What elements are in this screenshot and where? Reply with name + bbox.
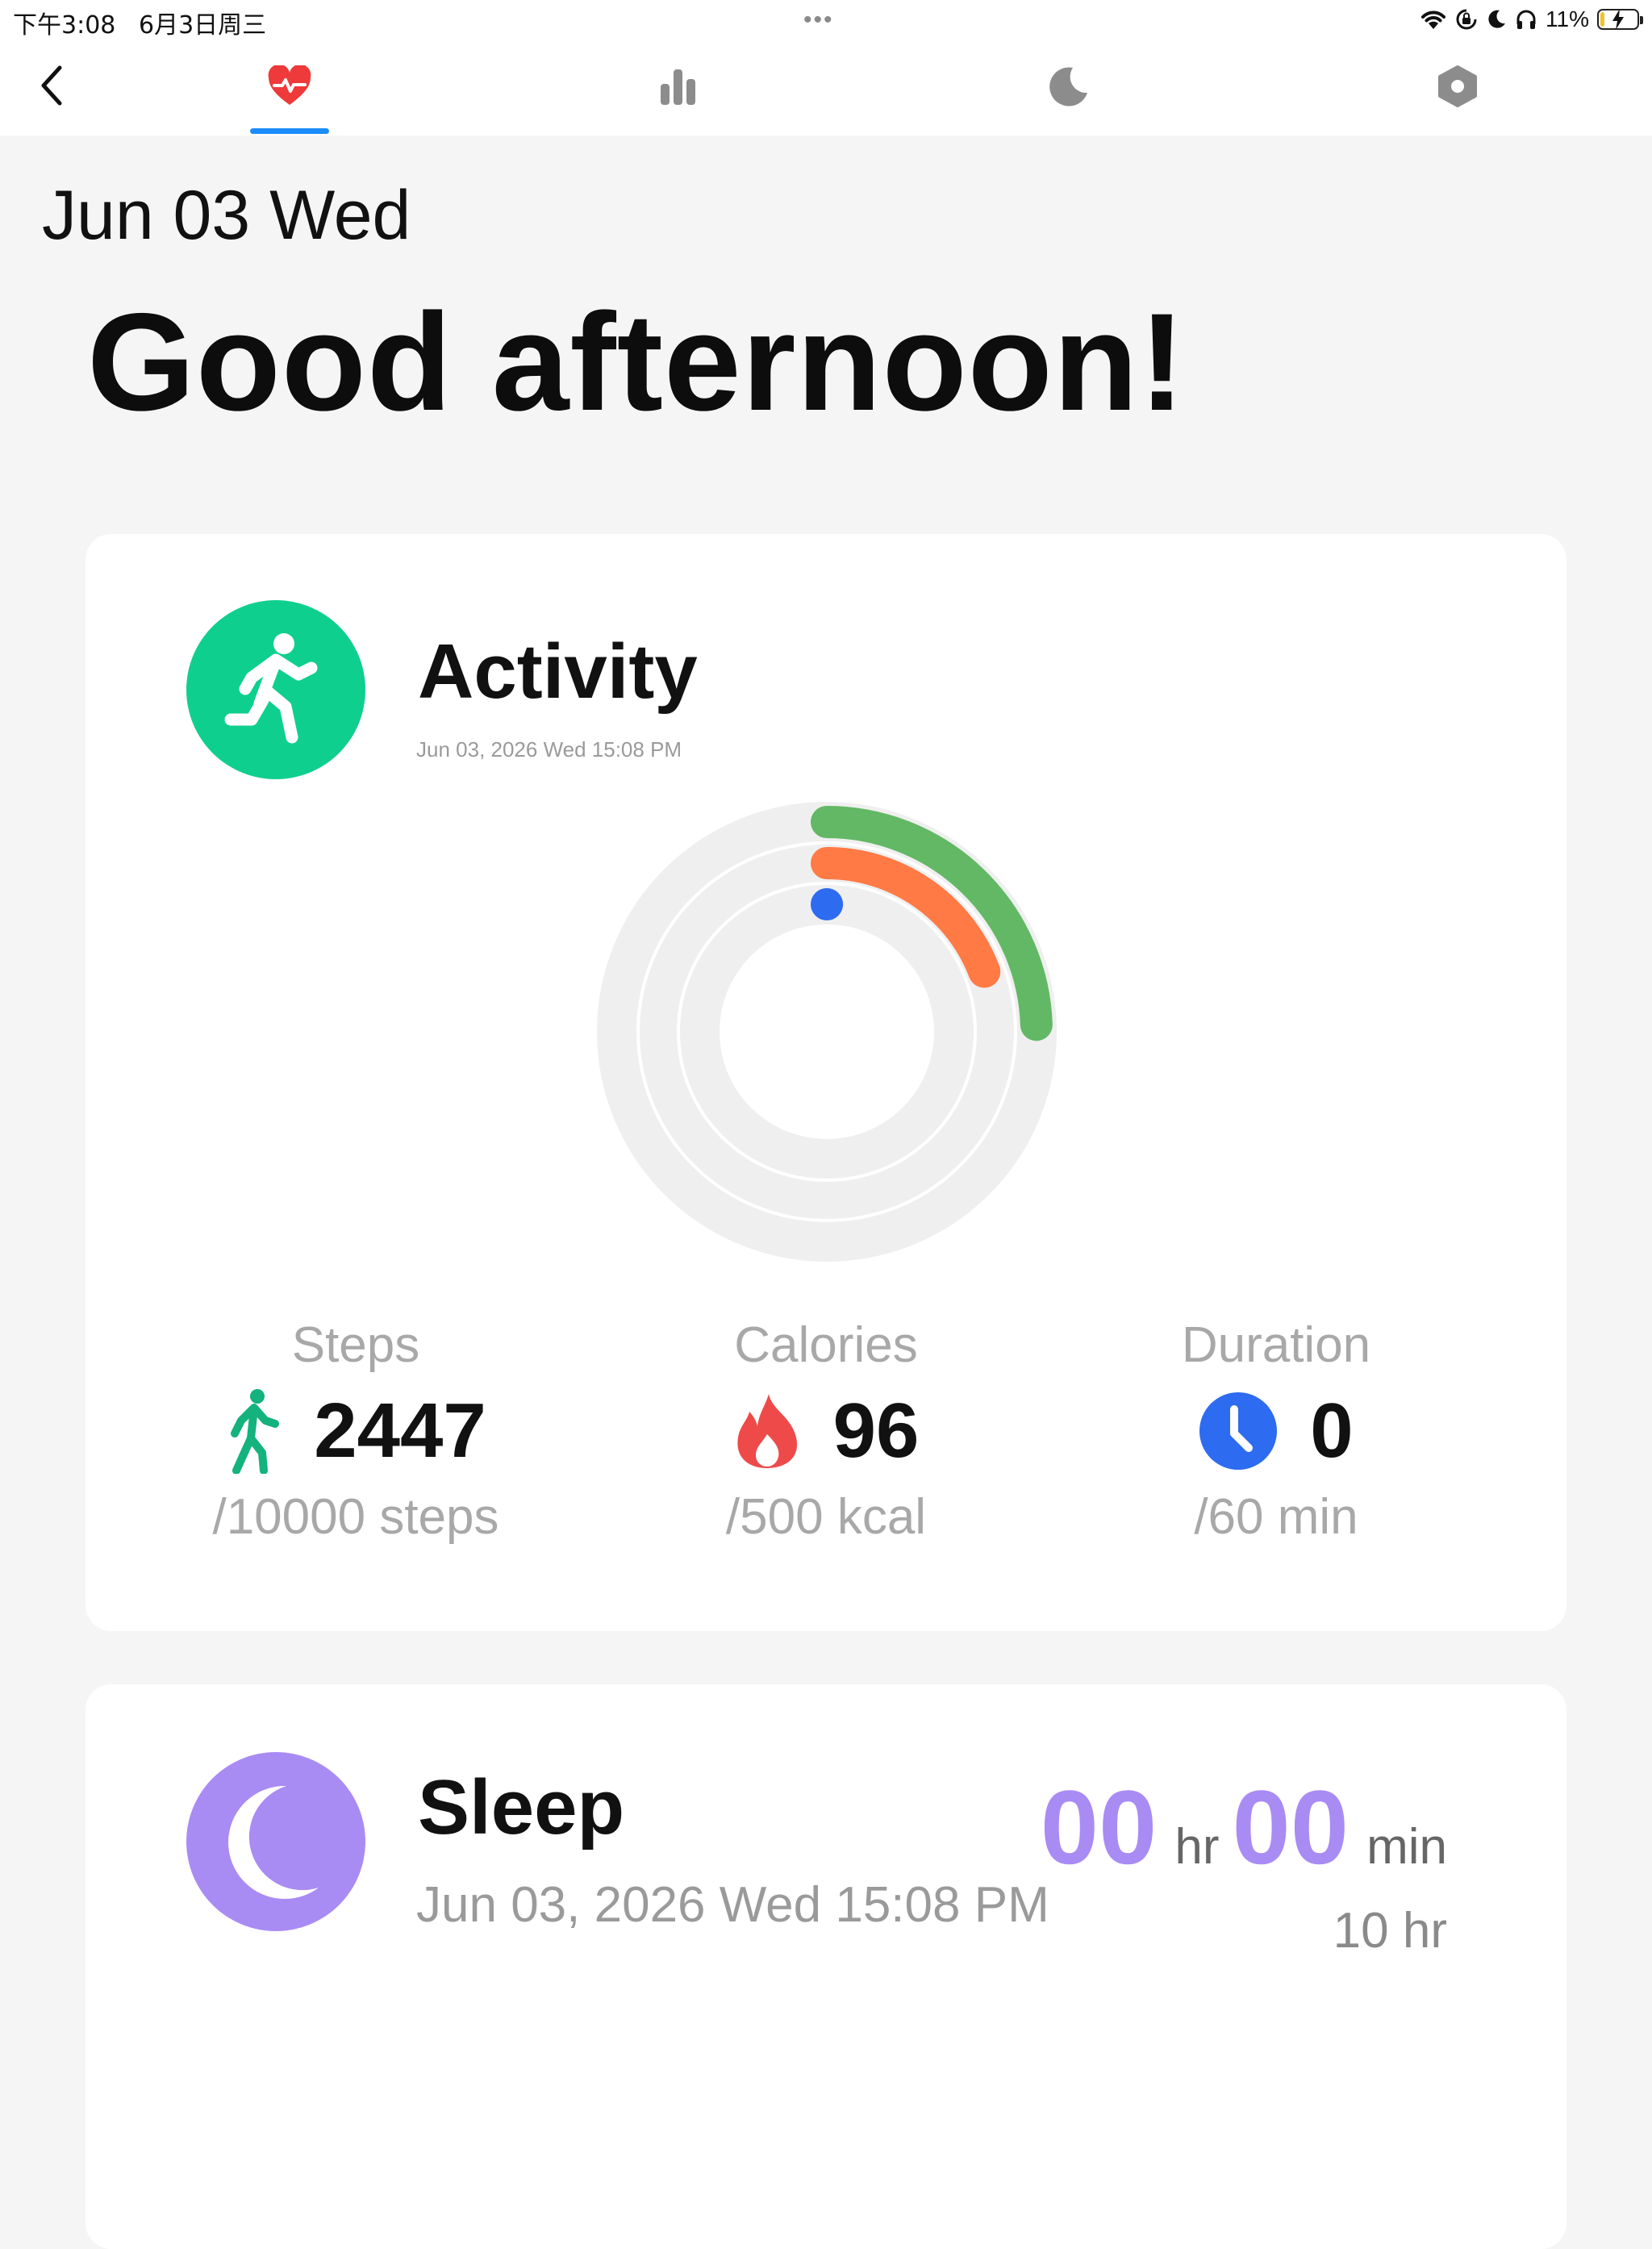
nav-bar [0, 39, 1652, 136]
active-tab-indicator [250, 128, 329, 134]
greeting-title: Good afternoon! [87, 285, 1187, 440]
walking-person-icon [231, 1389, 280, 1474]
duration-label: Duration [1181, 1317, 1371, 1373]
activity-icon [186, 600, 365, 779]
status-bar: 下午3:08 6月3日周三 ••• 11% [0, 0, 1652, 40]
duration-stat[interactable]: Duration 0 /60 min [1050, 1316, 1502, 1546]
clock-icon [1199, 1392, 1278, 1470]
steps-value: 2447 [314, 1387, 486, 1474]
moon-icon [1488, 10, 1506, 28]
activity-rings [595, 800, 1058, 1263]
sleep-title: Sleep [418, 1764, 625, 1851]
battery-percentage: 11% [1546, 6, 1589, 31]
steps-stat[interactable]: Steps 2447 /10000 steps [130, 1316, 582, 1546]
status-time: 下午3:08 6月3日周三 [13, 5, 266, 40]
running-person-icon [224, 633, 318, 744]
back-button[interactable] [27, 61, 76, 110]
battery-fill [1600, 12, 1604, 27]
heart-rate-icon [268, 65, 311, 105]
date-label: Jun 03 Wed [42, 177, 411, 254]
bar-chart-icon [661, 69, 695, 105]
calories-value: 96 [832, 1387, 920, 1474]
sleep-minutes-unit: min [1366, 1819, 1447, 1875]
tab-settings[interactable] [1417, 61, 1498, 111]
moon-icon [1049, 67, 1087, 106]
chevron-left-icon [41, 65, 62, 106]
tab-statistics[interactable] [638, 61, 719, 111]
sleep-goal: 10 hr [1333, 1903, 1447, 1959]
activity-card[interactable]: Activity Jun 03, 2026 Wed 15:08 PM Steps… [86, 534, 1566, 1631]
wifi-icon [1421, 10, 1446, 29]
sleep-icon [186, 1752, 365, 1931]
charging-bolt-icon [1612, 9, 1624, 30]
settings-hexagon-icon [1438, 65, 1477, 107]
sleep-duration: 00 hr 00 min [1041, 1767, 1447, 1888]
activity-title: Activity [418, 628, 698, 715]
status-clock: 下午3:08 [13, 11, 116, 40]
status-date: 6月3日周三 [138, 11, 267, 40]
duration-goal: /60 min [1194, 1489, 1358, 1545]
multitasking-dots-icon[interactable]: ••• [803, 6, 834, 34]
battery-icon [1597, 9, 1643, 30]
steps-goal: /10000 steps [212, 1489, 499, 1545]
tab-sleep[interactable] [1028, 61, 1108, 111]
status-icons: 11% [1420, 3, 1643, 35]
duration-value: 0 [1310, 1387, 1354, 1474]
steps-label: Steps [291, 1317, 420, 1373]
activity-rings-chart [597, 802, 1057, 1262]
sleep-timestamp: Jun 03, 2026 Wed 15:08 PM [416, 1877, 1049, 1933]
sleep-card[interactable]: Sleep Jun 03, 2026 Wed 15:08 PM 00 hr 00… [86, 1684, 1566, 2249]
activity-timestamp: Jun 03, 2026 Wed 15:08 PM [416, 737, 682, 761]
sleep-hours: 00 [1040, 1768, 1158, 1886]
sleep-minutes: 00 [1232, 1768, 1350, 1886]
sleep-hours-unit: hr [1174, 1819, 1220, 1875]
crescent-moon-icon [228, 1785, 319, 1899]
headphones-icon [1516, 10, 1536, 29]
flame-icon [736, 1394, 797, 1468]
orientation-lock-icon [1456, 9, 1477, 30]
calories-label: Calories [734, 1317, 918, 1373]
tab-heart-rate[interactable] [249, 61, 330, 111]
calories-goal: /500 kcal [725, 1489, 927, 1545]
calories-stat[interactable]: Calories 96 /500 kcal [600, 1316, 1052, 1546]
